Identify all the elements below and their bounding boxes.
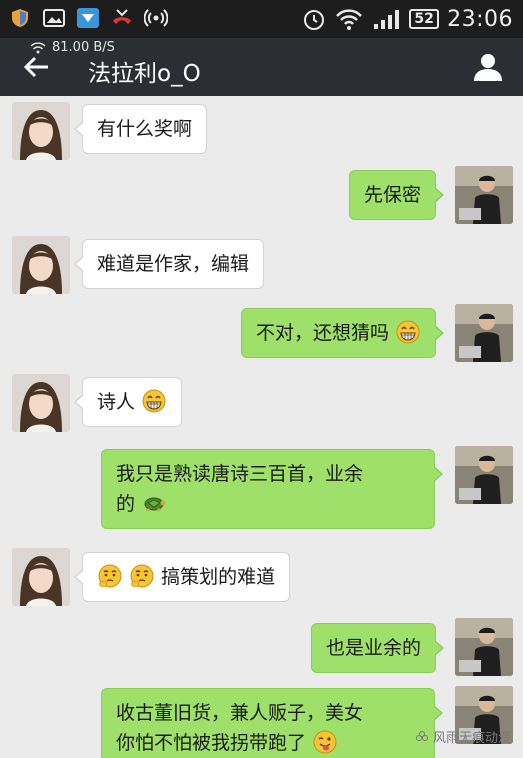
gallery-icon xyxy=(43,9,65,27)
man-avatar-icon xyxy=(455,166,513,224)
sent-message[interactable]: 收古董旧货，兼人贩子，美女 你怕不怕被我拐带跑了 xyxy=(101,688,443,758)
wink-tongue-emoji-icon xyxy=(313,730,337,754)
received-message[interactable]: 有什么奖啊 xyxy=(73,104,208,154)
wifi-icon xyxy=(336,9,363,30)
alarm-icon xyxy=(304,10,325,30)
sent-message[interactable]: 不对，还想猜吗 xyxy=(240,308,445,358)
status-right: 52 23:06 xyxy=(301,4,513,34)
thinking-emoji-icon xyxy=(130,564,154,588)
signal-icon xyxy=(374,10,400,29)
shield-icon xyxy=(12,9,28,27)
my-avatar[interactable] xyxy=(455,304,513,362)
my-avatar[interactable] xyxy=(455,166,513,224)
security-app-icon xyxy=(77,8,99,28)
man-avatar-icon xyxy=(455,446,513,504)
status-time: 23:06 xyxy=(447,6,513,32)
man-avatar-icon xyxy=(455,304,513,362)
person-icon[interactable] xyxy=(471,50,505,84)
contact-avatar[interactable] xyxy=(12,236,70,294)
sent-message[interactable]: 我只是熟读唐诗三百首，业余 的 xyxy=(101,449,443,529)
woman-avatar-icon xyxy=(12,548,70,606)
flower-icon xyxy=(415,730,428,741)
my-avatar[interactable] xyxy=(455,446,513,504)
message-list[interactable]: 有什么奖啊 先保密 难道是作家，编辑 不对，还想猜吗 诗人 我只是熟读唐诗三百首… xyxy=(0,96,523,758)
sent-message[interactable]: 先保密 xyxy=(348,170,445,220)
received-message[interactable]: 难道是作家，编辑 xyxy=(73,239,265,289)
contact-avatar[interactable] xyxy=(12,374,70,432)
my-avatar[interactable] xyxy=(455,618,513,676)
back-button[interactable] xyxy=(18,50,54,84)
status-bar: 52 23:06 xyxy=(0,0,523,38)
sent-message[interactable]: 也是业余的 xyxy=(310,623,445,673)
turtle-emoji-icon xyxy=(144,497,166,512)
hotspot-icon xyxy=(144,9,168,27)
missed-call-icon xyxy=(113,9,131,24)
woman-avatar-icon xyxy=(12,374,70,432)
grin-emoji-icon xyxy=(396,320,420,344)
thinking-emoji-icon xyxy=(98,564,122,588)
contact-avatar[interactable] xyxy=(12,548,70,606)
grin-emoji-icon xyxy=(142,389,166,413)
woman-avatar-icon xyxy=(12,236,70,294)
received-message[interactable]: 搞策划的难道 xyxy=(73,552,291,602)
chat-header: 81.00 B/S 法拉利o_O xyxy=(0,38,523,96)
chat-title: 法拉利o_O xyxy=(88,61,201,87)
received-message[interactable]: 诗人 xyxy=(73,377,183,427)
woman-avatar-icon xyxy=(12,102,70,160)
battery-level: 52 xyxy=(409,9,440,29)
contact-avatar[interactable] xyxy=(12,102,70,160)
watermark: 风雨无痕动漫 xyxy=(415,727,511,746)
net-speed-value: 81.00 B/S xyxy=(52,40,115,55)
back-arrow-icon xyxy=(23,56,48,78)
chat-screen: 52 23:06 81.00 B/S 法拉利o_O 有什么奖啊 先保密 难道是作… xyxy=(0,0,523,758)
man-avatar-icon xyxy=(455,618,513,676)
